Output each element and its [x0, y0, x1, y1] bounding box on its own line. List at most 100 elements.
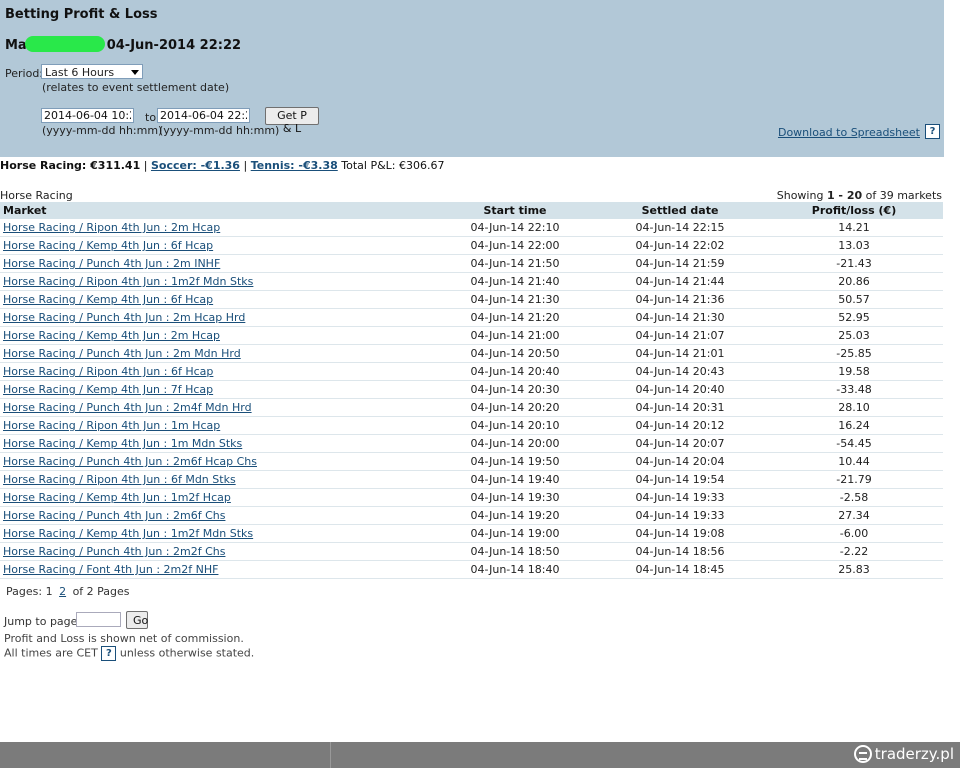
table-row: Horse Racing / Ripon 4th Jun : 1m2f Mdn … — [0, 272, 943, 291]
table-row: Horse Racing / Ripon 4th Jun : 6f Mdn St… — [0, 470, 943, 489]
help-icon[interactable]: ? — [101, 646, 117, 661]
start-time-cell: 04-Jun-14 21:40 — [435, 272, 595, 291]
market-cell: Horse Racing / Kemp 4th Jun : 7f Hcap — [0, 380, 435, 399]
settled-date-cell: 04-Jun-14 20:40 — [595, 380, 765, 399]
settled-date-cell: 04-Jun-14 21:07 — [595, 326, 765, 345]
settled-date-cell: 04-Jun-14 20:31 — [595, 398, 765, 417]
table-row: Horse Racing / Punch 4th Jun : 2m4f Mdn … — [0, 398, 943, 417]
horse-racing-total: Horse Racing: €311.41 — [0, 159, 141, 172]
settled-date-cell: 04-Jun-14 22:15 — [595, 219, 765, 237]
page-title: Betting Profit & Loss — [5, 7, 158, 22]
market-cell: Horse Racing / Punch 4th Jun : 2m2f Chs — [0, 542, 435, 561]
pages-label: Pages: — [6, 585, 43, 598]
market-cell: Horse Racing / Punch 4th Jun : 2m4f Mdn … — [0, 398, 435, 417]
table-header-row: Market Start time Settled date Profit/lo… — [0, 202, 943, 219]
market-link[interactable]: Horse Racing / Ripon 4th Jun : 1m2f Mdn … — [3, 275, 253, 288]
profit-loss-cell: 10.44 — [765, 452, 943, 471]
tennis-total-link[interactable]: Tennis: -€3.38 — [251, 159, 338, 172]
timezone-note: All times are CET ? unless otherwise sta… — [4, 646, 255, 661]
start-time-cell: 04-Jun-14 20:50 — [435, 344, 595, 363]
market-link[interactable]: Horse Racing / Kemp 4th Jun : 6f Hcap — [3, 293, 213, 306]
profit-loss-cell: 52.95 — [765, 308, 943, 327]
market-cell: Horse Racing / Punch 4th Jun : 2m6f Hcap… — [0, 452, 435, 471]
pl-summary: Horse Racing: €311.41 | Soccer: -€1.36 |… — [0, 159, 444, 172]
market-link[interactable]: Horse Racing / Font 4th Jun : 2m2f NHF — [3, 563, 218, 576]
market-link[interactable]: Horse Racing / Punch 4th Jun : 2m Hcap H… — [3, 311, 245, 324]
start-time-cell: 04-Jun-14 20:20 — [435, 398, 595, 417]
chevron-down-icon — [131, 70, 139, 75]
to-date-input[interactable] — [157, 108, 250, 123]
table-row: Horse Racing / Kemp 4th Jun : 6f Hcap 04-… — [0, 290, 943, 309]
market-link[interactable]: Horse Racing / Kemp 4th Jun : 7f Hcap — [3, 383, 213, 396]
bar-divider — [330, 742, 331, 768]
market-cell: Horse Racing / Ripon 4th Jun : 2m Hcap — [0, 219, 435, 237]
market-cell: Horse Racing / Kemp 4th Jun : 1m2f Mdn S… — [0, 524, 435, 543]
market-cell: Horse Racing / Punch 4th Jun : 2m Hcap H… — [0, 308, 435, 327]
market-link[interactable]: Horse Racing / Ripon 4th Jun : 1m Hcap — [3, 419, 220, 432]
profit-loss-cell: -25.85 — [765, 344, 943, 363]
market-cell: Horse Racing / Punch 4th Jun : 2m Mdn Hr… — [0, 344, 435, 363]
column-header-settled-date: Settled date — [595, 202, 765, 219]
jump-to-page-input[interactable] — [76, 612, 121, 627]
market-link[interactable]: Horse Racing / Punch 4th Jun : 2m6f Chs — [3, 509, 225, 522]
traderzy-logo-icon — [853, 745, 872, 763]
market-link[interactable]: Horse Racing / Kemp 4th Jun : 1m Mdn Stk… — [3, 437, 242, 450]
profit-loss-cell: 28.10 — [765, 398, 943, 417]
get-pl-button[interactable]: Get P & L — [265, 107, 319, 135]
to-format-hint: (yyyy-mm-dd hh:mm) — [159, 124, 280, 137]
page-2-link[interactable]: 2 — [59, 585, 66, 598]
settled-date-cell: 04-Jun-14 20:43 — [595, 362, 765, 381]
table-row: Horse Racing / Ripon 4th Jun : 2m Hcap 04… — [0, 219, 943, 237]
download-spreadsheet-link[interactable]: Download to Spreadsheet — [778, 126, 920, 139]
profit-loss-cell: -2.58 — [765, 488, 943, 507]
pages-suffix: of 2 Pages — [72, 585, 130, 598]
start-time-cell: 04-Jun-14 18:40 — [435, 560, 595, 579]
market-cell: Horse Racing / Ripon 4th Jun : 1m Hcap — [0, 416, 435, 435]
summary-separator: | — [243, 159, 248, 172]
market-link[interactable]: Horse Racing / Punch 4th Jun : 2m INHF — [3, 257, 220, 270]
market-cell: Horse Racing / Ripon 4th Jun : 6f Mdn St… — [0, 470, 435, 489]
summary-separator: | — [143, 159, 148, 172]
market-link[interactable]: Horse Racing / Punch 4th Jun : 2m Mdn Hr… — [3, 347, 241, 360]
market-link[interactable]: Horse Racing / Ripon 4th Jun : 6f Mdn St… — [3, 473, 236, 486]
settled-date-cell: 04-Jun-14 18:45 — [595, 560, 765, 579]
period-select[interactable]: Last 6 Hours — [41, 64, 143, 79]
start-time-cell: 04-Jun-14 18:50 — [435, 542, 595, 561]
markets-table: Market Start time Settled date Profit/lo… — [0, 202, 943, 579]
table-row: Horse Racing / Punch 4th Jun : 2m6f Chs 0… — [0, 506, 943, 525]
market-link[interactable]: Horse Racing / Punch 4th Jun : 2m2f Chs — [3, 545, 225, 558]
start-time-cell: 04-Jun-14 19:40 — [435, 470, 595, 489]
from-format-hint: (yyyy-mm-dd hh:mm) — [42, 124, 163, 137]
period-select-value: Last 6 Hours — [45, 66, 115, 79]
profit-loss-cell: 16.24 — [765, 416, 943, 435]
market-link[interactable]: Horse Racing / Kemp 4th Jun : 1m2f Hcap — [3, 491, 231, 504]
start-time-cell: 04-Jun-14 21:00 — [435, 326, 595, 345]
help-icon[interactable]: ? — [925, 124, 940, 139]
settled-date-cell: 04-Jun-14 20:04 — [595, 452, 765, 471]
market-link[interactable]: Horse Racing / Ripon 4th Jun : 2m Hcap — [3, 221, 220, 234]
settled-date-cell: 04-Jun-14 19:33 — [595, 488, 765, 507]
market-link[interactable]: Horse Racing / Punch 4th Jun : 2m6f Hcap… — [3, 455, 257, 468]
settled-date-cell: 04-Jun-14 19:33 — [595, 506, 765, 525]
market-cell: Horse Racing / Punch 4th Jun : 2m INHF — [0, 254, 435, 273]
settled-date-cell: 04-Jun-14 20:12 — [595, 416, 765, 435]
settled-date-cell: 04-Jun-14 21:59 — [595, 254, 765, 273]
market-link[interactable]: Horse Racing / Kemp 4th Jun : 6f Hcap — [3, 239, 213, 252]
soccer-total-link[interactable]: Soccer: -€1.36 — [151, 159, 240, 172]
settled-date-cell: 04-Jun-14 21:30 — [595, 308, 765, 327]
period-note: (relates to event settlement date) — [42, 81, 230, 94]
profit-loss-cell: -6.00 — [765, 524, 943, 543]
market-link[interactable]: Horse Racing / Kemp 4th Jun : 2m Hcap — [3, 329, 220, 342]
profit-loss-cell: 13.03 — [765, 236, 943, 255]
profit-loss-cell: 20.86 — [765, 272, 943, 291]
column-header-start-time: Start time — [435, 202, 595, 219]
account-prefix: Ma — [5, 38, 27, 53]
market-link[interactable]: Horse Racing / Ripon 4th Jun : 6f Hcap — [3, 365, 213, 378]
go-button[interactable]: Go — [126, 611, 148, 629]
from-date-input[interactable] — [41, 108, 134, 123]
current-page: 1 — [45, 585, 53, 598]
market-link[interactable]: Horse Racing / Kemp 4th Jun : 1m2f Mdn S… — [3, 527, 253, 540]
table-row: Horse Racing / Kemp 4th Jun : 1m2f Hcap 0… — [0, 488, 943, 507]
table-row: Horse Racing / Ripon 4th Jun : 6f Hcap 04… — [0, 362, 943, 381]
market-link[interactable]: Horse Racing / Punch 4th Jun : 2m4f Mdn … — [3, 401, 252, 414]
